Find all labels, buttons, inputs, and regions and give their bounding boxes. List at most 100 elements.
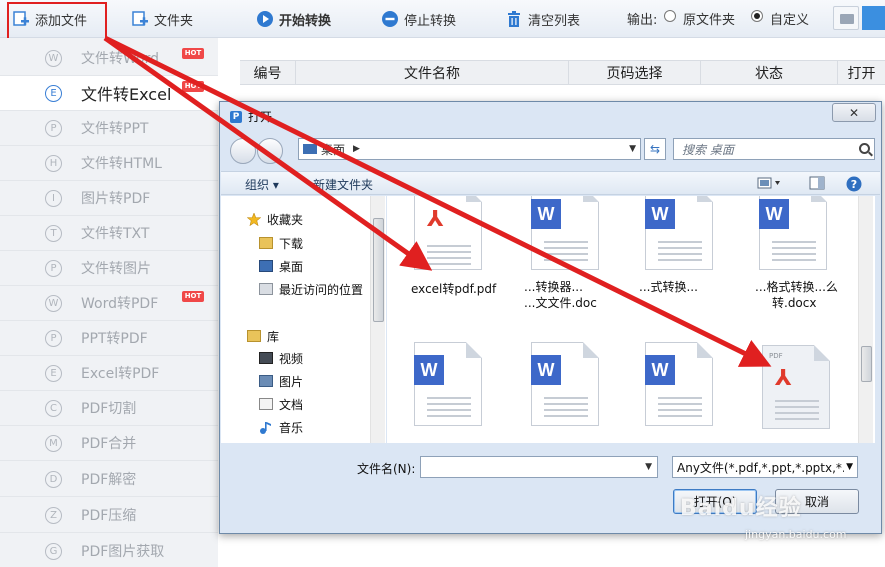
file-item-pdf[interactable]: ⅄ bbox=[414, 196, 482, 270]
column-header-page-select: 页码选择 bbox=[569, 61, 701, 84]
split-icon: C bbox=[45, 399, 62, 417]
file-item-word[interactable]: W bbox=[414, 342, 482, 426]
breadcrumb-arrow-icon: ▶ bbox=[353, 144, 360, 154]
txt-icon: T bbox=[45, 224, 62, 242]
output-label: 输出: bbox=[627, 13, 658, 28]
tree-label: 图片 bbox=[279, 374, 304, 389]
doc-lines bbox=[772, 241, 816, 243]
browse-folder-button[interactable] bbox=[833, 6, 859, 30]
column-header-filename: 文件名称 bbox=[296, 61, 569, 84]
search-input[interactable]: 搜索 桌面 bbox=[673, 138, 875, 160]
sidebar-item-label: PDF解密 bbox=[81, 472, 137, 488]
sidebar-item-file-to-image[interactable]: P 文件转图片 bbox=[0, 251, 218, 286]
file-item-word[interactable]: W bbox=[531, 196, 599, 270]
tree-downloads[interactable]: 下载 bbox=[259, 233, 303, 253]
sidebar-item-pdf-compress[interactable]: Z PDF压缩 bbox=[0, 498, 218, 533]
dialog-close-button[interactable]: ✕ bbox=[832, 103, 876, 122]
view-icon[interactable] bbox=[757, 176, 780, 190]
file-item-word[interactable]: W bbox=[531, 342, 599, 426]
tree-label: 收藏夹 bbox=[267, 212, 304, 227]
sidebar-item-ppt-to-pdf[interactable]: P PPT转PDF bbox=[0, 321, 218, 356]
word-icon: W bbox=[45, 49, 62, 67]
clear-list-label: 清空列表 bbox=[528, 13, 581, 29]
refresh-button[interactable]: ⇆ bbox=[644, 138, 666, 160]
add-folder-icon bbox=[131, 10, 149, 28]
hot-badge: HOT bbox=[182, 81, 204, 92]
tree-libraries[interactable]: 库 bbox=[247, 326, 279, 346]
doc-lines bbox=[775, 400, 819, 402]
preview-pane-icon[interactable] bbox=[809, 176, 825, 190]
sidebar-item-file-to-txt[interactable]: T 文件转TXT bbox=[0, 216, 218, 251]
sidebar-item-label: PDF切割 bbox=[81, 401, 137, 417]
nav-scrollbar[interactable] bbox=[370, 196, 385, 443]
start-convert-button[interactable]: 开始转换 bbox=[256, 6, 331, 32]
file-item-word[interactable]: W bbox=[645, 196, 713, 270]
pdf-icon: ⅄ bbox=[775, 366, 792, 391]
file-item-word[interactable]: W bbox=[759, 196, 827, 270]
sidebar-item-label: PDF压缩 bbox=[81, 508, 137, 524]
tree-label: 视频 bbox=[279, 351, 304, 366]
nav-scrollbar-thumb[interactable] bbox=[373, 218, 384, 322]
file-name: excel转pdf.pdf bbox=[411, 282, 497, 296]
sidebar-item-file-to-word[interactable]: W 文件转Word HOT bbox=[0, 41, 218, 76]
tree-pictures[interactable]: 图片 bbox=[259, 371, 303, 391]
filetype-select[interactable]: Any文件(*.pdf,*.ppt,*.pptx,*.d ▼ bbox=[672, 456, 858, 478]
tree-documents[interactable]: 文档 bbox=[259, 394, 303, 414]
chevron-down-icon[interactable]: ▼ bbox=[629, 144, 636, 154]
sidebar-item-file-to-ppt[interactable]: P 文件转PPT bbox=[0, 111, 218, 146]
play-icon bbox=[256, 10, 274, 28]
help-icon[interactable]: ? bbox=[846, 176, 862, 192]
sidebar-item-image-to-pdf[interactable]: I 图片转PDF bbox=[0, 181, 218, 216]
tree-desktop[interactable]: 桌面 bbox=[259, 256, 303, 276]
tree-favorites[interactable]: 收藏夹 bbox=[246, 209, 304, 229]
sidebar-item-pdf-decrypt[interactable]: D PDF解密 bbox=[0, 462, 218, 497]
sidebar-item-label: PPT转PDF bbox=[81, 331, 148, 347]
sidebar-item-file-to-html[interactable]: H 文件转HTML bbox=[0, 146, 218, 181]
sidebar: W 文件转Word HOT E 文件转Excel HOT P 文件转PPT H … bbox=[0, 38, 218, 567]
chevron-down-icon[interactable]: ▼ bbox=[844, 462, 853, 472]
library-icon bbox=[247, 330, 261, 342]
address-bar[interactable]: 桌面 ▶ ▼ bbox=[298, 138, 641, 160]
sidebar-item-word-to-pdf[interactable]: W Word转PDF HOT bbox=[0, 286, 218, 321]
tree-videos[interactable]: 视频 bbox=[259, 348, 303, 368]
stop-convert-label: 停止转换 bbox=[404, 13, 457, 29]
file-scrollbar[interactable] bbox=[858, 196, 873, 443]
document-icon bbox=[259, 398, 273, 410]
sidebar-item-label: 文件转Word bbox=[81, 51, 159, 67]
tree-label: 库 bbox=[267, 329, 280, 344]
merge-icon: M bbox=[45, 434, 62, 452]
radio-custom[interactable] bbox=[751, 10, 763, 22]
sidebar-item-pdf-split[interactable]: C PDF切割 bbox=[0, 391, 218, 426]
stop-convert-button[interactable]: 停止转换 bbox=[381, 6, 456, 32]
radio-source-folder[interactable] bbox=[664, 10, 676, 22]
trash-icon bbox=[505, 10, 523, 28]
clear-list-button[interactable]: 清空列表 bbox=[505, 6, 580, 32]
folder-button[interactable]: 文件夹 bbox=[131, 6, 193, 32]
file-item-pdf[interactable]: PDF ⅄ bbox=[762, 345, 830, 429]
desktop-icon bbox=[259, 260, 273, 272]
new-folder-button[interactable]: 新建文件夹 bbox=[313, 176, 373, 193]
tree-label: 文档 bbox=[279, 397, 304, 412]
tree-recent[interactable]: 最近访问的位置 bbox=[259, 279, 363, 299]
navigation-pane: 收藏夹 下载 桌面 最近访问的位置 库 视频 图片 文档 音乐 bbox=[221, 196, 386, 443]
sidebar-item-pdf-merge[interactable]: M PDF合并 bbox=[0, 426, 218, 461]
sidebar-item-excel-to-pdf[interactable]: E Excel转PDF bbox=[0, 356, 218, 391]
dialog-title: 打开 bbox=[248, 110, 273, 124]
file-name: ...转换器... bbox=[524, 280, 583, 294]
sidebar-item-pdf-image-extract[interactable]: G PDF图片获取 bbox=[0, 534, 218, 567]
word-icon: W bbox=[759, 199, 789, 229]
organize-menu[interactable]: 组织 ▾ bbox=[245, 176, 279, 193]
sidebar-item-file-to-excel[interactable]: E 文件转Excel HOT bbox=[0, 76, 218, 111]
music-icon bbox=[259, 421, 273, 434]
sidebar-item-label: 文件转TXT bbox=[81, 226, 150, 242]
file-item-word[interactable]: W bbox=[645, 342, 713, 426]
filename-input[interactable]: ▼ bbox=[420, 456, 658, 478]
back-button[interactable] bbox=[230, 138, 256, 164]
tree-music[interactable]: 音乐 bbox=[259, 417, 303, 437]
open-file-dialog: P 打开 ✕ 桌面 ▶ ▼ ⇆ 搜索 桌面 组织 ▾ 新建文件夹 ? 收藏夹 下… bbox=[219, 101, 882, 534]
file-scrollbar-thumb[interactable] bbox=[861, 346, 872, 382]
chevron-down-icon[interactable]: ▼ bbox=[645, 462, 652, 472]
forward-button[interactable] bbox=[257, 138, 283, 164]
sidebar-item-label: 文件转图片 bbox=[81, 261, 151, 277]
sidebar-item-label: 文件转PPT bbox=[81, 121, 149, 137]
